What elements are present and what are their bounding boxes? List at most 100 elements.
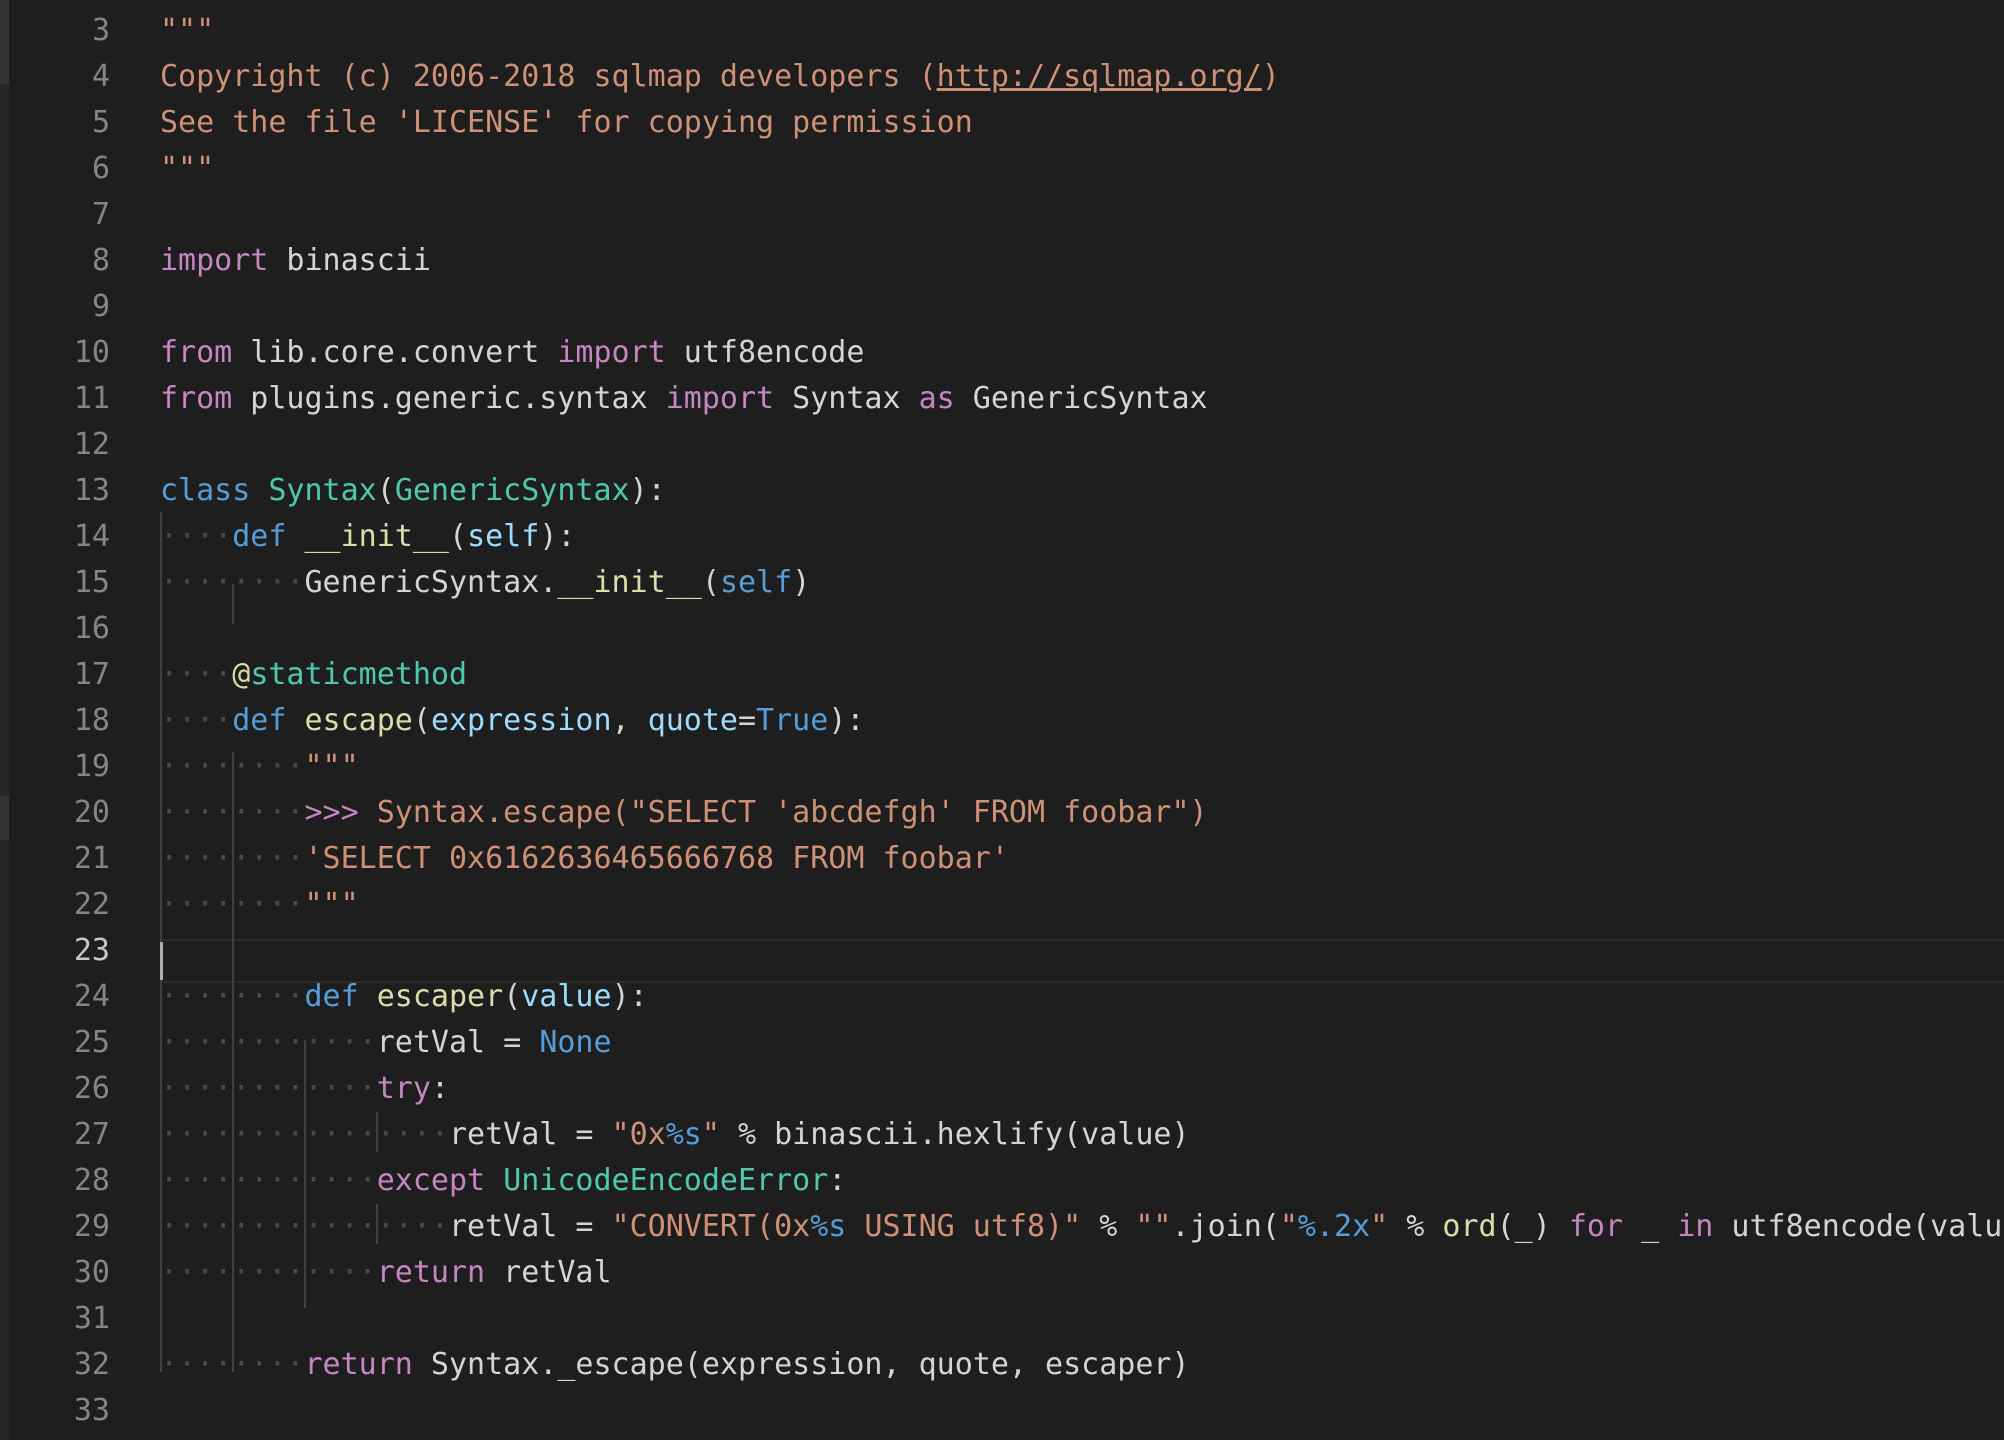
- code-token: ): [1261, 59, 1280, 94]
- code-line[interactable]: ········'SELECT 0x6162636465666768 FROM …: [160, 836, 1009, 882]
- code-token: retVal =: [448, 1117, 612, 1152]
- line-number[interactable]: 13: [74, 468, 110, 514]
- scroll-marker: [0, 796, 9, 840]
- code-token: % binascii.hexlify(value): [719, 1117, 1190, 1152]
- code-line[interactable]: ····def __init__(self):: [160, 514, 575, 560]
- line-number[interactable]: 33: [74, 1388, 110, 1434]
- line-number[interactable]: 3: [92, 8, 110, 54]
- code-line[interactable]: ················retVal = "CONVERT(0x%s U…: [160, 1204, 2004, 1250]
- code-token: 'SELECT 0x6162636465666768 FROM foobar': [304, 841, 1009, 876]
- code-token: %: [1388, 1209, 1443, 1244]
- code-token: (_): [1496, 1209, 1569, 1244]
- code-token: as: [918, 381, 955, 416]
- code-token: def: [232, 703, 287, 738]
- line-number[interactable]: 23: [74, 928, 110, 974]
- whitespace-marker: ············: [160, 1071, 377, 1106]
- code-token: %.2x: [1297, 1209, 1371, 1244]
- code-token: None: [539, 1025, 612, 1060]
- code-token: lib.core.convert: [232, 335, 558, 370]
- scroll-marker: [0, 0, 9, 84]
- code-token: ord: [1442, 1209, 1497, 1244]
- line-number[interactable]: 31: [74, 1296, 110, 1342]
- line-number[interactable]: 30: [74, 1250, 110, 1296]
- whitespace-marker: ············: [160, 1255, 377, 1290]
- code-token: retVal =: [448, 1209, 612, 1244]
- code-token: ,: [611, 703, 648, 738]
- code-line[interactable]: ············try:: [160, 1066, 449, 1112]
- code-token: ):: [828, 703, 865, 738]
- line-number[interactable]: 22: [74, 882, 110, 928]
- line-number[interactable]: 21: [74, 836, 110, 882]
- code-token: """: [304, 887, 359, 922]
- code-line[interactable]: class Syntax(GenericSyntax):: [160, 468, 666, 514]
- code-token: """: [160, 13, 215, 48]
- code-token: "CONVERT(0x: [611, 1209, 811, 1244]
- code-line[interactable]: ········>>> Syntax.escape("SELECT 'abcde…: [160, 790, 1208, 836]
- code-line[interactable]: Copyright (c) 2006-2018 sqlmap developer…: [160, 54, 1280, 100]
- line-number[interactable]: 5: [92, 100, 110, 146]
- code-token: %s: [810, 1209, 847, 1244]
- code-line[interactable]: """: [160, 8, 214, 54]
- line-number[interactable]: 32: [74, 1342, 110, 1388]
- code-token: in: [1677, 1209, 1714, 1244]
- code-token: GenericSyntax.: [304, 565, 558, 600]
- line-number[interactable]: 9: [92, 284, 110, 330]
- code-line[interactable]: ········""": [160, 882, 359, 928]
- code-line[interactable]: ········GenericSyntax.__init__(self): [160, 560, 810, 606]
- code-line[interactable]: ············retVal = None: [160, 1020, 612, 1066]
- code-line[interactable]: ········return Syntax._escape(expression…: [160, 1342, 1190, 1388]
- code-token: ": [1370, 1209, 1389, 1244]
- code-line[interactable]: ····def escape(expression, quote=True):: [160, 698, 864, 744]
- code-line[interactable]: ····@staticmethod: [160, 652, 467, 698]
- line-number[interactable]: 14: [74, 514, 110, 560]
- code-token: Syntax._escape(expression, quote, escape…: [412, 1347, 1190, 1382]
- code-line[interactable]: """: [160, 146, 214, 192]
- whitespace-marker: ····: [160, 657, 233, 692]
- line-number[interactable]: 12: [74, 422, 110, 468]
- code-line[interactable]: ············return retVal: [160, 1250, 612, 1296]
- code-editor[interactable]: 3 4 5 6 7 8 9 10 11 12 13 14 15 16 17 18 19 20 21 22 23 24 25 2…: [0, 0, 2004, 1440]
- line-number[interactable]: 18: [74, 698, 110, 744]
- code-line[interactable]: ················retVal = "0x%s" % binasc…: [160, 1112, 1190, 1158]
- code-line[interactable]: ············except UnicodeEncodeError:: [160, 1158, 846, 1204]
- line-number[interactable]: 7: [92, 192, 110, 238]
- code-token: binascii: [268, 243, 431, 278]
- code-token: plugins.generic.syntax: [232, 381, 666, 416]
- code-token: USING utf8)": [846, 1209, 1082, 1244]
- code-token: __init__: [557, 565, 702, 600]
- code-token: See the file 'LICENSE' for copying permi…: [160, 105, 973, 140]
- code-token: :: [430, 1071, 449, 1106]
- line-number[interactable]: 28: [74, 1158, 110, 1204]
- line-number[interactable]: 29: [74, 1204, 110, 1250]
- line-number[interactable]: 25: [74, 1020, 110, 1066]
- code-token: Syntax: [774, 381, 919, 416]
- line-number[interactable]: 24: [74, 974, 110, 1020]
- line-number[interactable]: 27: [74, 1112, 110, 1158]
- whitespace-marker: ········: [160, 887, 305, 922]
- code-token: "": [1135, 1209, 1172, 1244]
- code-line[interactable]: See the file 'LICENSE' for copying permi…: [160, 100, 973, 146]
- code-line[interactable]: import binascii: [160, 238, 431, 284]
- line-number[interactable]: 19: [74, 744, 110, 790]
- line-number[interactable]: 10: [74, 330, 110, 376]
- line-number[interactable]: 17: [74, 652, 110, 698]
- code-token: Syntax: [268, 473, 377, 508]
- code-token: ):: [629, 473, 666, 508]
- line-number[interactable]: 4: [92, 54, 110, 100]
- line-number[interactable]: 6: [92, 146, 110, 192]
- line-number[interactable]: 11: [74, 376, 110, 422]
- line-number[interactable]: 20: [74, 790, 110, 836]
- code-token: True: [756, 703, 829, 738]
- code-token: Syntax.escape("SELECT 'abcdefgh' FROM fo…: [358, 795, 1208, 830]
- code-line[interactable]: ········""": [160, 744, 359, 790]
- line-number[interactable]: 26: [74, 1066, 110, 1112]
- code-token: from: [160, 381, 233, 416]
- code-token: .join(: [1171, 1209, 1280, 1244]
- code-token: ": [701, 1117, 720, 1152]
- code-line[interactable]: ········def escaper(value):: [160, 974, 648, 1020]
- line-number[interactable]: 15: [74, 560, 110, 606]
- code-line[interactable]: from plugins.generic.syntax import Synta…: [160, 376, 1208, 422]
- line-number[interactable]: 16: [74, 606, 110, 652]
- line-number[interactable]: 8: [92, 238, 110, 284]
- code-line[interactable]: from lib.core.convert import utf8encode: [160, 330, 864, 376]
